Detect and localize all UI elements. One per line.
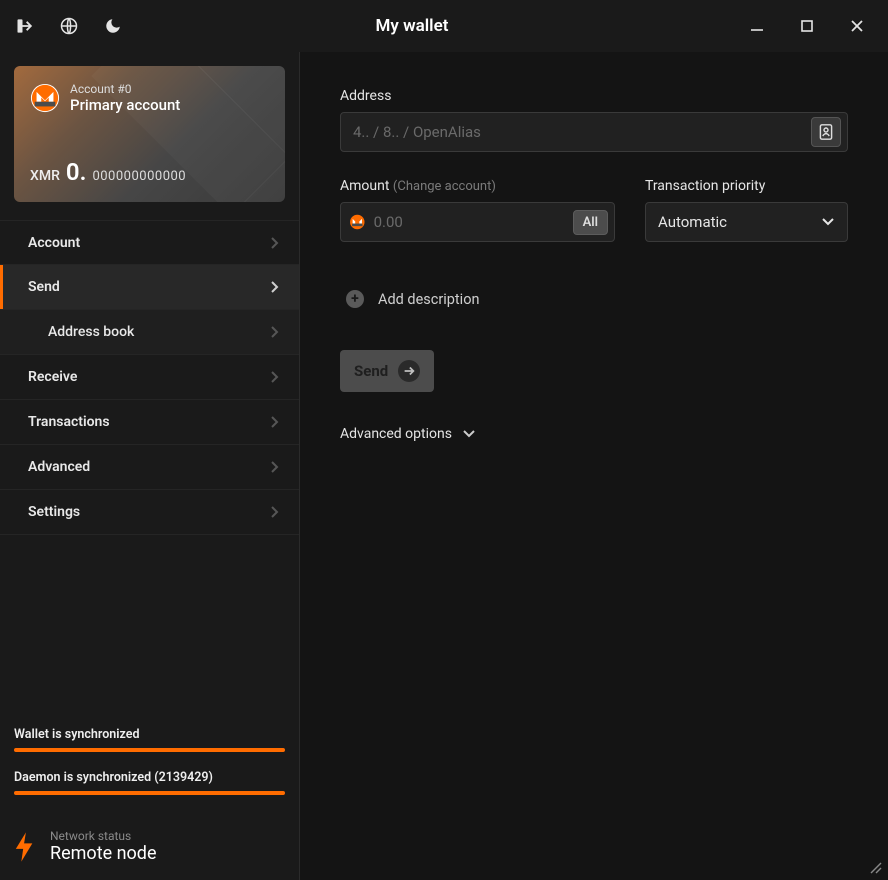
- address-label: Address: [340, 88, 848, 104]
- nav-label: Transactions: [28, 414, 110, 430]
- chevron-right-icon: [269, 236, 279, 250]
- nav-account[interactable]: Account: [0, 220, 299, 265]
- chevron-right-icon: [269, 370, 279, 384]
- all-button[interactable]: All: [573, 210, 608, 235]
- chevron-right-icon: [269, 280, 279, 294]
- nav-label: Address book: [48, 324, 134, 340]
- account-name: Primary account: [70, 96, 180, 114]
- network-status-value: Remote node: [50, 843, 157, 864]
- minimize-button[interactable]: [740, 9, 774, 43]
- nav-send[interactable]: Send: [0, 265, 299, 310]
- priority-column: Transaction priority Automatic: [645, 178, 848, 242]
- account-card[interactable]: Account #0 Primary account XMR 0. 000000…: [14, 66, 285, 202]
- maximize-button[interactable]: [790, 9, 824, 43]
- priority-value: Automatic: [658, 213, 727, 231]
- wallet-sync-bar: [14, 748, 285, 752]
- monero-logo-icon: [30, 83, 60, 113]
- chevron-down-icon: [821, 217, 835, 227]
- balance-fraction: 000000000000: [92, 169, 186, 184]
- amount-input-row: All: [340, 202, 615, 242]
- network-status-label: Network status: [50, 829, 157, 843]
- chevron-right-icon: [269, 415, 279, 429]
- balance-integer: 0.: [66, 158, 87, 186]
- nav-label: Advanced: [28, 459, 90, 475]
- nav: Account Send Address book Receive Transa…: [0, 220, 299, 535]
- sidebar: Account #0 Primary account XMR 0. 000000…: [0, 52, 300, 880]
- globe-icon[interactable]: [58, 15, 80, 37]
- network-status[interactable]: Network status Remote node: [0, 819, 299, 880]
- amount-label-text: Amount: [340, 178, 389, 194]
- balance-currency: XMR: [30, 168, 60, 184]
- priority-select[interactable]: Automatic: [645, 202, 848, 242]
- close-button[interactable]: [840, 9, 874, 43]
- add-description-label: Add description: [378, 291, 479, 308]
- advanced-options-label: Advanced options: [340, 426, 452, 442]
- balance: XMR 0. 000000000000: [30, 158, 186, 186]
- send-button[interactable]: Send: [340, 350, 434, 392]
- contact-icon: [818, 123, 834, 141]
- nav-label: Receive: [28, 369, 77, 385]
- account-index: Account #0: [70, 82, 180, 96]
- window-title: My wallet: [84, 16, 740, 36]
- nav-address-book[interactable]: Address book: [0, 310, 299, 355]
- window-controls: [740, 9, 874, 43]
- daemon-sync-label: Daemon is synchronized (2139429): [14, 770, 285, 785]
- logout-icon[interactable]: [14, 15, 36, 37]
- titlebar: My wallet: [0, 0, 888, 52]
- amount-input[interactable]: [374, 213, 573, 231]
- address-input[interactable]: [353, 123, 811, 141]
- arrow-right-icon: [398, 360, 420, 382]
- main-send-panel: Address Amount (Change account) All T: [300, 52, 888, 880]
- monero-logo-icon: [349, 209, 366, 235]
- amount-label: Amount (Change account): [340, 178, 615, 194]
- priority-label: Transaction priority: [645, 178, 848, 194]
- address-input-row: [340, 112, 848, 152]
- nav-label: Account: [28, 235, 80, 251]
- change-account-link[interactable]: (Change account): [393, 179, 496, 194]
- amount-column: Amount (Change account) All: [340, 178, 615, 242]
- plus-icon: +: [346, 290, 364, 308]
- add-description-button[interactable]: + Add description: [340, 290, 848, 308]
- chevron-right-icon: [269, 505, 279, 519]
- nav-label: Settings: [28, 504, 80, 520]
- wallet-sync-label: Wallet is synchronized: [14, 727, 285, 742]
- sync-status: Wallet is synchronized Daemon is synchro…: [0, 727, 299, 819]
- chevron-down-icon: [462, 429, 476, 439]
- resize-handle-icon[interactable]: [868, 860, 882, 874]
- send-button-label: Send: [354, 362, 388, 380]
- nav-receive[interactable]: Receive: [0, 355, 299, 400]
- advanced-options-toggle[interactable]: Advanced options: [340, 426, 848, 442]
- nav-transactions[interactable]: Transactions: [0, 400, 299, 445]
- nav-advanced[interactable]: Advanced: [0, 445, 299, 490]
- nav-label: Send: [28, 279, 60, 295]
- nav-settings[interactable]: Settings: [0, 490, 299, 535]
- chevron-right-icon: [269, 460, 279, 474]
- bolt-icon: [14, 832, 36, 862]
- chevron-right-icon: [269, 325, 279, 339]
- daemon-sync-bar: [14, 791, 285, 795]
- address-book-button[interactable]: [811, 117, 841, 147]
